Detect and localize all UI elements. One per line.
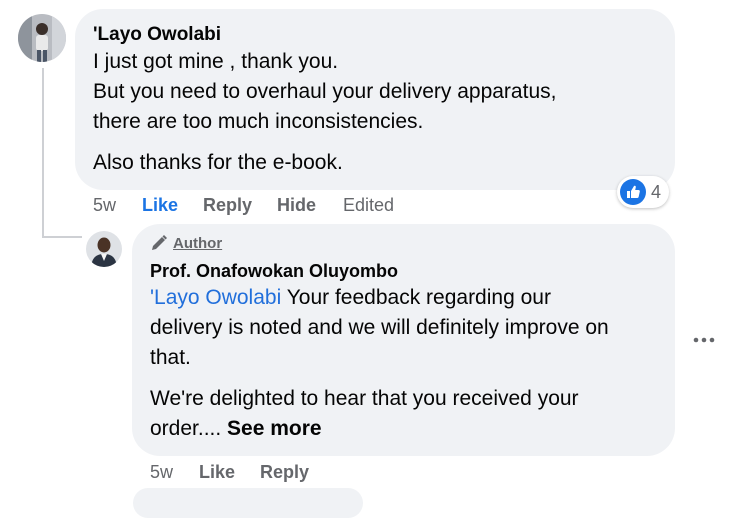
like-button[interactable]: Like <box>199 461 235 483</box>
reply-author[interactable]: Prof. Onafowokan Oluyombo <box>150 259 398 283</box>
more-options-icon[interactable] <box>690 330 718 350</box>
author-badge[interactable]: Author <box>150 234 222 252</box>
comment-text-line: I just got mine , thank you. <box>93 50 339 73</box>
author-badge-label: Author <box>173 234 223 252</box>
hide-button[interactable]: Hide <box>277 194 316 216</box>
reply-text-line: 'Layo Owolabi Your feedback regarding ou… <box>150 283 551 313</box>
reply-text: order.... <box>150 417 222 440</box>
reply-text: Your feedback regarding our <box>281 286 551 309</box>
reply-button[interactable]: Reply <box>260 461 309 483</box>
avatar-photo <box>18 14 66 62</box>
comment-text-line: there are too much inconsistencies. <box>93 110 424 133</box>
thread-line-curve <box>42 236 82 238</box>
comment-author[interactable]: 'Layo Owolabi <box>93 23 221 47</box>
edited-label: Edited <box>343 195 395 215</box>
next-comment-bubble <box>133 488 363 518</box>
reply-text-line: delivery is noted and we will definitely… <box>150 316 609 339</box>
reaction-count: 4 <box>651 181 662 202</box>
pencil-icon <box>152 235 167 250</box>
avatar[interactable] <box>18 14 66 62</box>
reply-timestamp: 5w <box>150 462 174 482</box>
like-button[interactable]: Like <box>142 194 178 216</box>
avatar-photo <box>86 231 122 267</box>
reply-text-line: order.... See more <box>150 414 322 444</box>
reply-button[interactable]: Reply <box>203 194 252 216</box>
thumbs-up-icon <box>620 179 646 205</box>
comment-text-line: But you need to overhaul your delivery a… <box>93 80 557 103</box>
reply-text-line: We're delighted to hear that you receive… <box>150 387 579 410</box>
comment-text-line: Also thanks for the e-book. <box>93 151 343 174</box>
reply-text-line: that. <box>150 346 191 369</box>
thread-line <box>42 68 44 238</box>
avatar[interactable] <box>86 231 122 267</box>
reaction-summary[interactable]: 4 <box>617 176 670 208</box>
see-more-link[interactable]: See more <box>227 417 322 440</box>
mention-link[interactable]: 'Layo Owolabi <box>150 286 281 309</box>
comment-timestamp: 5w <box>93 195 117 215</box>
